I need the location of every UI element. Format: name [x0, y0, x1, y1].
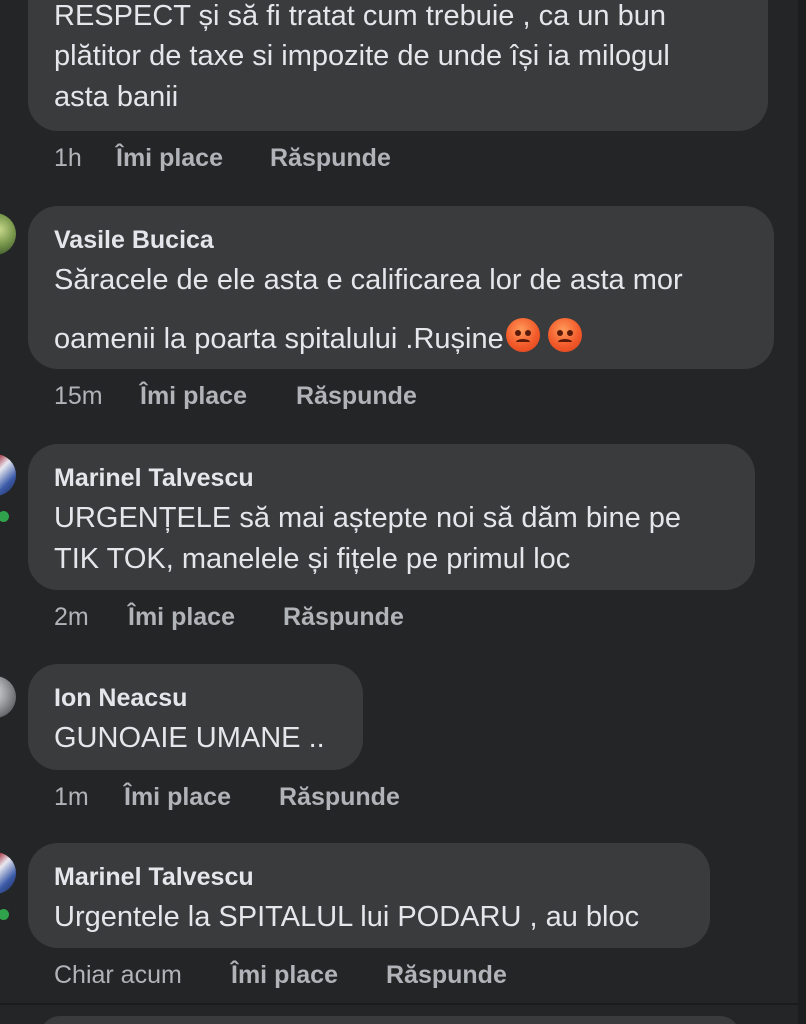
comment-text-line: Urgentele la SPITALUL lui PODARU , au bl… — [54, 901, 640, 933]
comment-text-line: RESPECT și să fi tratat cum trebuie , ca… — [54, 0, 666, 32]
comment-text-line: TIK TOK, manelele și fițele pe primul lo… — [54, 543, 571, 575]
like-button[interactable]: Îmi place — [116, 144, 223, 173]
reply-button[interactable]: Răspunde — [283, 603, 404, 632]
comment-author[interactable]: Ion Neacsu — [54, 684, 187, 713]
comment-bubble: Marinel Talvescu URGENȚELE să mai aștept… — [28, 444, 755, 590]
comment-author[interactable]: Marinel Talvescu — [54, 464, 254, 493]
online-status-icon — [0, 907, 11, 922]
online-status-icon — [0, 509, 11, 524]
comment-timestamp[interactable]: 1h — [54, 144, 82, 173]
avatar[interactable] — [0, 213, 16, 255]
comments-page: RESPECT și să fi tratat cum trebuie , ca… — [0, 0, 806, 1024]
comment-timestamp[interactable]: Chiar acum — [54, 961, 182, 990]
reply-button[interactable]: Răspunde — [386, 961, 507, 990]
scrollbar-track[interactable] — [798, 0, 806, 1024]
like-button[interactable]: Îmi place — [128, 603, 235, 632]
comment-timestamp[interactable]: 2m — [54, 603, 89, 632]
angry-face-icon — [547, 318, 582, 352]
comment-text-line: GUNOAIE UMANE .. — [54, 722, 325, 754]
comment-text-line: URGENȚELE să mai aștepte noi să dăm bine… — [54, 502, 682, 534]
comment-bubble: Vasile Bucica Săracele de ele asta e cal… — [28, 206, 774, 369]
comment-bubble: Ion Neacsu GUNOAIE UMANE .. — [28, 664, 363, 770]
comment-author[interactable]: Marinel Talvescu — [54, 863, 254, 892]
reply-button[interactable]: Răspunde — [270, 144, 391, 173]
comment-bubble: Marinel Talvescu Urgentele la SPITALUL l… — [28, 843, 710, 948]
comment-text-line: oamenii la poarta spitalului .Rușine — [54, 323, 504, 355]
comment-timestamp[interactable]: 1m — [54, 783, 89, 812]
comment-author[interactable]: Vasile Bucica — [54, 226, 214, 255]
reply-button[interactable]: Răspunde — [296, 382, 417, 411]
avatar[interactable] — [0, 852, 16, 894]
comment-text-line: Săracele de ele asta e calificarea lor d… — [54, 264, 683, 296]
like-button[interactable]: Îmi place — [231, 961, 338, 990]
comment-bubble: RESPECT și să fi tratat cum trebuie , ca… — [28, 0, 768, 131]
comment-text-line: asta banii — [54, 81, 179, 113]
comment-text-line: plătitor de taxe si impozite de unde își… — [54, 40, 670, 72]
comment-bubble — [40, 1016, 740, 1024]
like-button[interactable]: Îmi place — [124, 783, 231, 812]
comment-text-line: oamenii la poarta spitalului .Rușine — [54, 318, 582, 356]
reply-button[interactable]: Răspunde — [279, 783, 400, 812]
avatar[interactable] — [0, 676, 16, 718]
comment-timestamp[interactable]: 15m — [54, 382, 103, 411]
divider — [0, 1003, 806, 1005]
angry-face-icon — [505, 318, 540, 352]
like-button[interactable]: Îmi place — [140, 382, 247, 411]
avatar[interactable] — [0, 454, 16, 496]
